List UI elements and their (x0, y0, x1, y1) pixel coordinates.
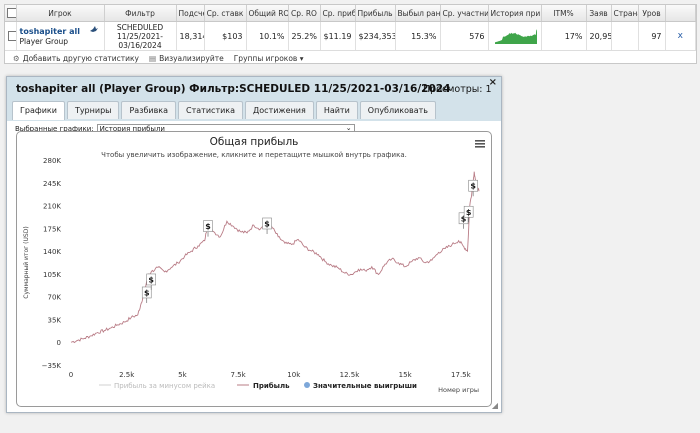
col-header-avg-entrants[interactable]: Ср. участни (440, 5, 489, 22)
tab-statistics[interactable]: Статистика (178, 101, 244, 119)
big-win-label: $ (470, 182, 476, 191)
x-tick-label: 0 (69, 371, 73, 379)
legend-profit-label: Прибыль (253, 382, 290, 390)
dialog-tabs: Графики Турниры Разбивка Статистика Дост… (12, 101, 437, 120)
avg-stake-cell: $103 (204, 21, 247, 50)
col-header-filter[interactable]: Фильтр (104, 5, 177, 22)
tab-publish[interactable]: Опубликовать (359, 101, 437, 119)
remove-row-button[interactable]: x (665, 21, 696, 50)
y-tick-label: 0 (57, 339, 61, 347)
y-axis-label: Суммарный итог (USD) (23, 226, 30, 298)
itm-cell: 17% (541, 21, 587, 50)
player-name-link[interactable]: toshapiter all (20, 27, 81, 36)
col-header-count[interactable]: Подсче (176, 5, 205, 22)
y-tick-label: 70K (48, 294, 62, 302)
table-row: toshapiter all Player Group SCHEDULED 11… (5, 21, 696, 50)
level-cell: 97 (638, 21, 666, 50)
x-tick-label: 17.5k (451, 371, 472, 379)
y-tick-label: 105K (43, 271, 61, 279)
close-icon[interactable]: × (489, 77, 497, 88)
stats-table: Игрок Фильтр Подсче Ср. ставк Общий RO С… (4, 4, 697, 64)
col-header-level[interactable]: Уров (638, 5, 666, 22)
filter-cell: SCHEDULED 11/25/2021- 03/16/2024 (104, 21, 177, 50)
entries-cell: 20,953 (586, 21, 612, 50)
y-tick-label: 35K (48, 316, 62, 324)
profit-history-sparkline[interactable] (488, 21, 542, 50)
dialog-title: toshapiter all (Player Group) Фильтр:SCH… (16, 83, 451, 95)
big-win-label: $ (144, 288, 150, 297)
chart-title: Общая прибыль (210, 136, 299, 148)
tab-achievements[interactable]: Достижения (245, 101, 314, 119)
col-header-player[interactable]: Игрок (16, 5, 105, 22)
player-cell: toshapiter all Player Group (16, 21, 105, 50)
y-tick-label: 175K (43, 225, 61, 233)
menu-icon[interactable] (475, 140, 485, 148)
visualize-button[interactable]: ▤ Визуализируйте (149, 54, 224, 63)
col-header-avg-stake[interactable]: Ср. ставк (204, 5, 247, 22)
y-tick-label: 245K (43, 180, 61, 188)
x-tick-label: 15k (399, 371, 413, 379)
x-tick-label: 2.5k (119, 371, 135, 379)
avg-roi-cell: 25.2% (288, 21, 321, 50)
col-header-profit-history[interactable]: История при (488, 5, 542, 22)
avg-profit-cell: $11.19 (320, 21, 356, 50)
legend-wins-label: Значительные выигрыши (313, 382, 417, 390)
player-groups-dropdown[interactable]: Группы игроков ▾ (234, 54, 304, 63)
tab-tournaments[interactable]: Турниры (66, 101, 120, 119)
profit-cell: $234,353 (355, 21, 396, 50)
y-tick-label: 280K (43, 157, 61, 165)
dialog-header: toshapiter all (Player Group) Фильтр:SCH… (7, 77, 501, 121)
col-header-entries[interactable]: Заяв (586, 5, 612, 22)
tab-breakdown[interactable]: Разбивка (121, 101, 177, 119)
player-group-label: Player Group (19, 36, 69, 46)
select-all-checkbox[interactable] (5, 5, 17, 22)
x-tick-label: 7.5k (230, 371, 246, 379)
profit-chart[interactable]: Общая прибыль Чтобы увеличить изображение… (16, 131, 492, 407)
add-stats-button[interactable]: ⚙ Добавить другую статистику (13, 54, 139, 63)
total-roi-cell: 10.1% (246, 21, 289, 50)
big-win-label: $ (466, 208, 472, 217)
bird-icon (89, 25, 99, 37)
row-checkbox[interactable] (5, 21, 17, 50)
x-tick-label: 12.5k (340, 371, 361, 379)
col-header-total-roi[interactable]: Общий RO (246, 5, 289, 22)
legend-adjusted-label: Прибыль за минусом рейка (114, 382, 215, 390)
country-cell (611, 21, 639, 50)
x-tick-label: 10k (287, 371, 301, 379)
big-win-label: $ (264, 219, 270, 228)
sparkline-chart (494, 28, 537, 44)
resize-grip-icon[interactable]: ◢ (492, 401, 498, 410)
legend-wins-swatch (304, 382, 310, 388)
count-cell: 18,314 (176, 21, 205, 50)
col-header-remove (665, 5, 696, 22)
big-win-label: $ (148, 275, 154, 284)
y-tick-label: 140K (43, 248, 61, 256)
col-header-profit[interactable]: Прибыль (355, 5, 396, 22)
early-exit-cell: 15.3% (395, 21, 441, 50)
profit-series-line (70, 171, 480, 344)
col-header-country[interactable]: Страна (611, 5, 639, 22)
avg-entrants-cell: 576 (440, 21, 489, 50)
y-tick-label: −35K (42, 362, 62, 370)
x-axis-label: Номер игры (438, 386, 479, 394)
y-tick-label: 210K (43, 203, 61, 211)
chart-icon: ▤ (149, 53, 157, 63)
col-header-itm[interactable]: ITM% (541, 5, 587, 22)
gear-icon: ⚙ (13, 53, 20, 63)
big-win-label: $ (205, 222, 211, 231)
tab-find[interactable]: Найти (315, 101, 358, 119)
col-header-avg-profit[interactable]: Ср. приб (320, 5, 356, 22)
col-header-avg-roi[interactable]: Ср. RO (288, 5, 321, 22)
player-dialog: toshapiter all (Player Group) Фильтр:SCH… (6, 76, 502, 413)
chart-subtitle: Чтобы увеличить изображение, кликните и … (101, 151, 407, 159)
chart-canvas: Общая прибыль Чтобы увеличить изображение… (23, 136, 485, 394)
table-footer: ⚙ Добавить другую статистику ▤ Визуализиру… (5, 50, 696, 65)
col-header-early-exit[interactable]: Выбыл ран (395, 5, 441, 22)
tab-charts[interactable]: Графики (12, 101, 65, 120)
views-counter: Просмотры: 1 (423, 84, 492, 95)
x-tick-label: 5k (178, 371, 187, 379)
sparkline-area (494, 28, 537, 44)
